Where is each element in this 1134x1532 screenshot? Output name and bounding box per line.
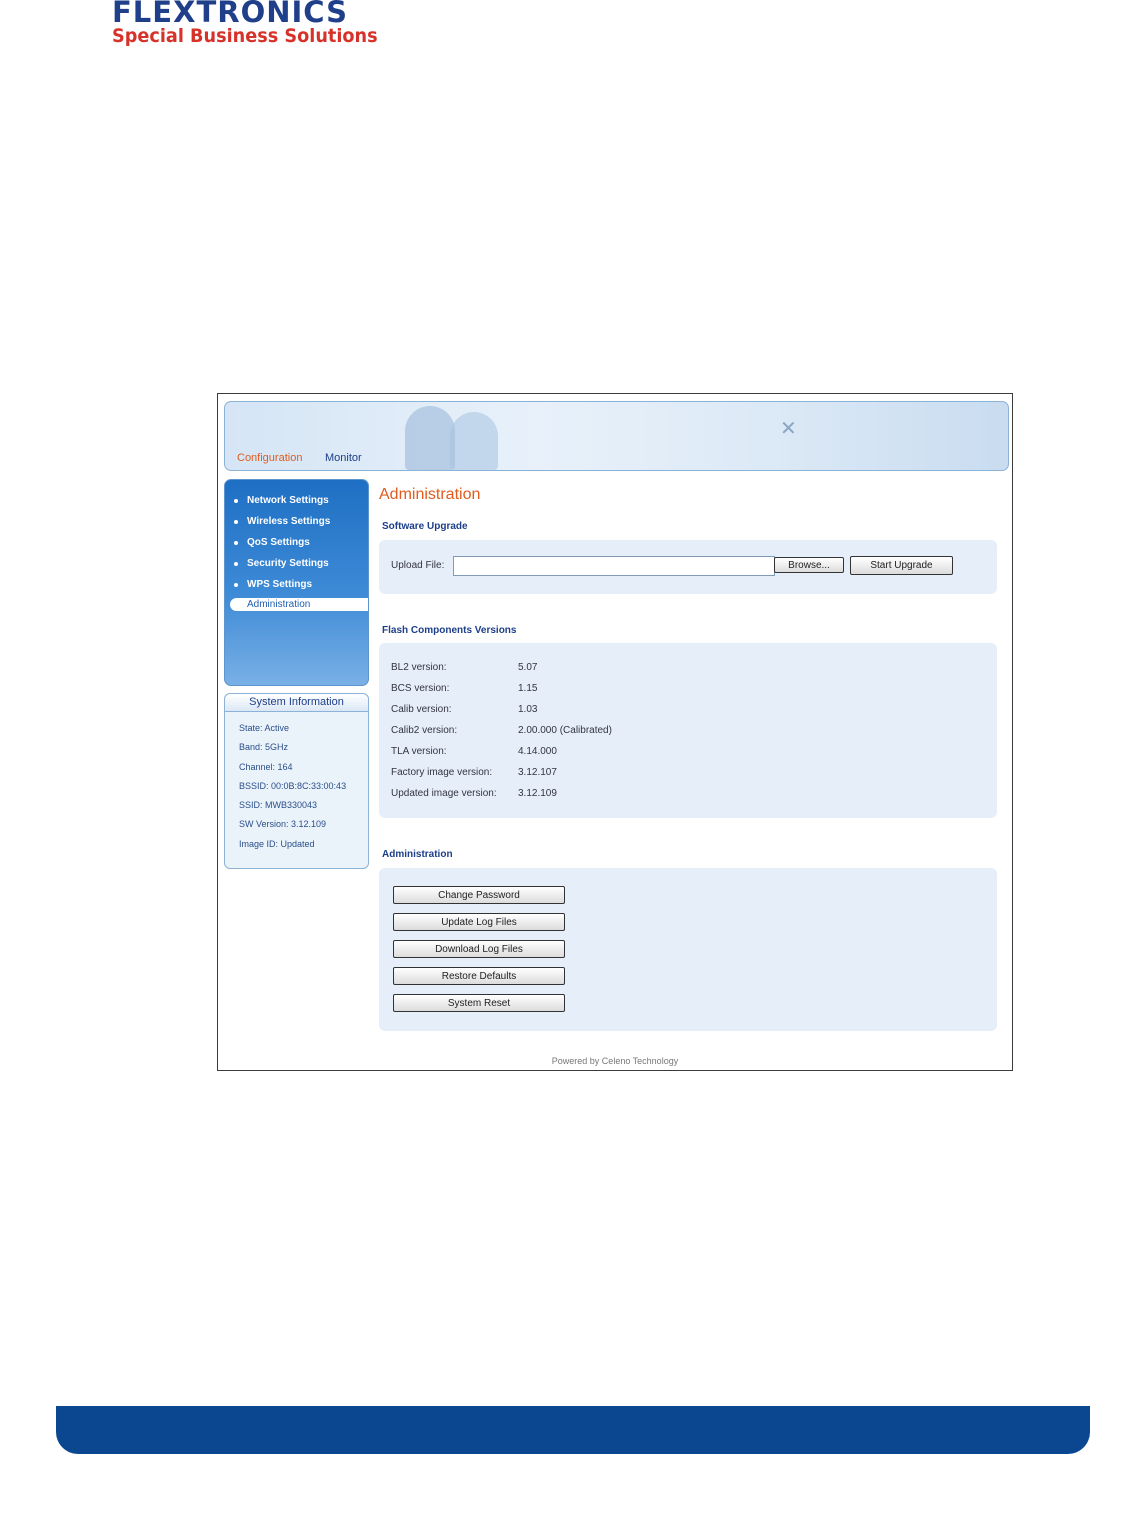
bl2-version-value: 5.07 [518,662,538,673]
sidebar-item-administration[interactable]: Administration [230,598,368,611]
sidebar-item-security-settings[interactable]: Security Settings [225,553,368,574]
sidebar-item-label: WPS Settings [247,579,313,590]
bullet-icon [234,499,238,503]
logo-tagline: Special Business Solutions [112,25,378,47]
brand-x-icon: ✕ [780,418,797,440]
banner-person-image [405,406,455,470]
bl2-version-label: BL2 version: [391,662,447,673]
router-admin-screenshot: ✕ Configuration Monitor Network Settings… [217,393,1013,1071]
sidebar-item-label: Network Settings [247,495,329,506]
system-reset-button[interactable]: System Reset [393,994,565,1012]
document-footer-bar [56,1406,1090,1454]
sidebar-item-label: Wireless Settings [247,516,331,527]
system-information-panel: System Information State: Active Band: 5… [224,693,369,869]
calib-version-value: 1.03 [518,704,538,715]
restore-defaults-button[interactable]: Restore Defaults [393,967,565,985]
system-information-title: System Information [225,694,368,712]
administration-section-title: Administration [382,849,453,860]
calib2-version-label: Calib2 version: [391,725,458,736]
page-title: Administration [379,486,481,503]
nav-monitor[interactable]: Monitor [325,452,362,464]
tla-version-value: 4.14.000 [518,746,557,757]
sidebar-item-network-settings[interactable]: Network Settings [225,490,368,511]
sidebar-item-label: QoS Settings [247,537,310,548]
update-log-files-button[interactable]: Update Log Files [393,913,565,931]
sidebar-nav: Network Settings Wireless Settings QoS S… [224,479,369,686]
sysinfo-bssid: BSSID: 00:0B:8C:33:00:43 [239,780,347,791]
upload-file-label: Upload File: [391,560,445,571]
sysinfo-band: Band: 5GHz [239,742,289,753]
updated-image-version-label: Updated image version: [391,788,497,799]
bcs-version-value: 1.15 [518,683,538,694]
tla-version-label: TLA version: [391,746,447,757]
updated-image-version-value: 3.12.109 [518,788,557,799]
change-password-button[interactable]: Change Password [393,886,565,904]
sysinfo-channel: Channel: 164 [239,761,293,772]
software-upgrade-title: Software Upgrade [382,521,468,532]
powered-by-footer: Powered by Celeno Technology [551,1056,679,1066]
sysinfo-image-id: Image ID: Updated [239,838,315,849]
sidebar-item-qos-settings[interactable]: QoS Settings [225,532,368,553]
software-upgrade-panel: Upload File: Browse... Start Upgrade [379,540,997,594]
nav-configuration[interactable]: Configuration [237,452,302,464]
bullet-icon [234,562,238,566]
flash-versions-title: Flash Components Versions [382,625,517,636]
start-upgrade-button[interactable]: Start Upgrade [850,556,953,575]
calib2-version-value: 2.00.000 (Calibrated) [518,725,612,736]
sysinfo-state: State: Active [239,723,290,733]
flash-versions-panel: BL2 version: 5.07 BCS version: 1.15 Cali… [379,643,997,818]
sidebar-item-wireless-settings[interactable]: Wireless Settings [225,511,368,532]
header-banner: ✕ Configuration Monitor [224,401,1009,471]
sidebar-item-label: Security Settings [247,558,329,569]
sidebar-item-wps-settings[interactable]: WPS Settings [225,574,368,595]
sysinfo-ssid: SSID: MWB330043 [239,800,318,811]
bullet-icon [234,583,238,587]
factory-image-version-value: 3.12.107 [518,767,557,778]
browse-button[interactable]: Browse... [774,557,844,573]
banner-person-image-2 [450,412,498,470]
administration-panel: Change Password Update Log Files Downloa… [379,868,997,1031]
bullet-icon [234,541,238,545]
sidebar-item-label: Administration [247,599,311,610]
bullet-icon [234,520,238,524]
flextronics-logo: FLEXTRONICS [112,0,348,29]
factory-image-version-label: Factory image version: [391,767,493,778]
bcs-version-label: BCS version: [391,683,450,694]
sysinfo-sw-version: SW Version: 3.12.109 [239,819,327,830]
download-log-files-button[interactable]: Download Log Files [393,940,565,958]
upload-file-input[interactable] [453,556,775,576]
calib-version-label: Calib version: [391,704,452,715]
